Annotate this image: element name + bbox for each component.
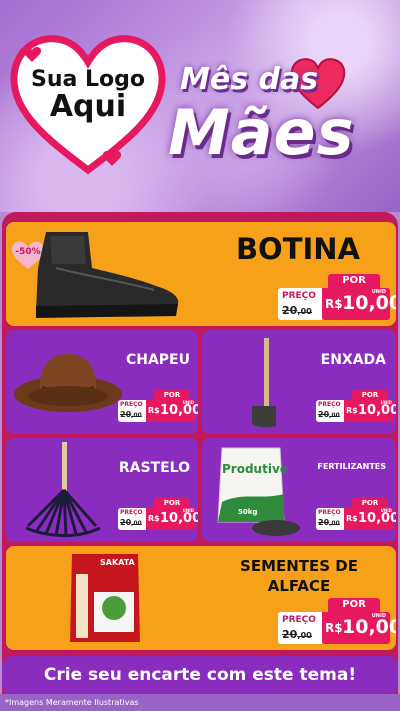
- price-preco-label: PREÇO: [120, 509, 143, 516]
- old-price: 20,00: [282, 628, 312, 641]
- unit-label: UNID: [371, 289, 386, 295]
- cta-banner[interactable]: Crie seu encarte com este tema!: [2, 656, 398, 694]
- price-por-label: POR: [328, 274, 380, 288]
- product-name: BOTINA: [235, 232, 360, 266]
- old-price: 20,00: [120, 518, 142, 527]
- logo-line1: Sua Logo: [30, 67, 145, 92]
- product-card-chapeu[interactable]: CHAPEU POR PREÇO 20,00 R$ 10,00 UNID: [6, 330, 198, 434]
- currency-symbol: R$: [346, 514, 358, 523]
- price-preco-label: PREÇO: [282, 291, 316, 301]
- product-name: SEMENTES DE ALFACE: [240, 557, 358, 595]
- fertilizer-bag-icon: [217, 447, 300, 536]
- unit-label: UNID: [182, 508, 194, 513]
- product-name: FERTILIZANTES: [317, 462, 386, 471]
- product-card-fertilizantes[interactable]: Produtive 50kg FERTILIZANTES POR PREÇO 2…: [202, 438, 396, 542]
- price-tag: POR PREÇO 20,00 R$ 10,00 UNID: [316, 498, 396, 534]
- new-price: 10,00: [342, 292, 396, 314]
- unit-label: UNID: [380, 400, 392, 405]
- title-line1: Mês das: [180, 62, 319, 97]
- new-price: 10,00: [358, 511, 396, 526]
- unit-label: UNID: [380, 508, 392, 513]
- currency-symbol: R$: [346, 406, 358, 415]
- footer-disclaimer: *Imagens Meramente Ilustrativas: [0, 694, 400, 711]
- packet-brand: SAKATA: [100, 558, 135, 567]
- hat-icon: [14, 354, 122, 412]
- price-preco-label: PREÇO: [120, 401, 143, 408]
- new-price: 10,00: [160, 403, 198, 418]
- price-tag: POR PREÇO 20,00 R$ 10,00 UNID: [118, 390, 198, 426]
- currency-symbol: R$: [325, 297, 343, 311]
- price-tag: POR PREÇO 20,00 R$ 10,00 UNID: [278, 598, 396, 646]
- product-name: RASTELO: [118, 460, 190, 476]
- currency-symbol: R$: [148, 406, 160, 415]
- rake-icon: [25, 442, 101, 537]
- price-por-label: POR: [328, 598, 380, 612]
- boot-icon: [36, 232, 179, 318]
- logo-line2: Aqui: [49, 89, 127, 125]
- product-card-enxada[interactable]: ENXADA POR PREÇO 20,00 R$ 10,00 UNID: [202, 330, 396, 434]
- price-por-label: POR: [352, 390, 388, 400]
- old-price: 20,00: [318, 518, 340, 527]
- unit-label: UNID: [371, 613, 386, 619]
- old-price: 20,00: [282, 304, 312, 317]
- hoe-icon: [252, 338, 276, 428]
- new-price: 10,00: [342, 616, 396, 638]
- product-name: ENXADA: [320, 352, 386, 368]
- price-tag: POR PREÇO 20,00 R$ 10,00 UNID: [316, 390, 396, 426]
- price-preco-label: PREÇO: [318, 401, 341, 408]
- product-card-sementes-alface[interactable]: SAKATA SEMENTES DE ALFACE POR PREÇO 20,0…: [6, 546, 396, 650]
- price-tag: POR PREÇO 20,00 R$ 10,00 UNID: [118, 498, 198, 534]
- unit-label: UNID: [182, 400, 194, 405]
- bag-weight: 50kg: [238, 508, 258, 516]
- price-por-label: POR: [352, 498, 388, 508]
- new-price: 10,00: [160, 511, 198, 526]
- price-por-label: POR: [154, 498, 190, 508]
- price-por-label: POR: [154, 390, 190, 400]
- price-tag: POR PREÇO 20,00 R$ 10,00 UNID: [278, 274, 396, 322]
- product-card-rastelo[interactable]: RASTELO POR PREÇO 20,00 R$ 10,00 UNID: [6, 438, 198, 542]
- old-price: 20,00: [318, 410, 340, 419]
- page-title: Mês das Mães: [168, 52, 398, 182]
- currency-symbol: R$: [148, 514, 160, 523]
- new-price: 10,00: [358, 403, 396, 418]
- logo-placeholder[interactable]: Sua Logo Aqui: [16, 68, 160, 123]
- hero-banner: Sua Logo Aqui Mês das Mães: [0, 0, 400, 212]
- product-card-botina[interactable]: -50% BOTINA POR PREÇO 20,00 R$ 10,00 UNI…: [6, 222, 396, 326]
- currency-symbol: R$: [325, 621, 343, 635]
- price-preco-label: PREÇO: [318, 509, 341, 516]
- old-price: 20,00: [120, 410, 142, 419]
- product-name: CHAPEU: [125, 352, 190, 368]
- title-line2: Mães: [168, 96, 355, 169]
- bag-brand: Produtive: [222, 462, 288, 476]
- price-preco-label: PREÇO: [282, 615, 316, 625]
